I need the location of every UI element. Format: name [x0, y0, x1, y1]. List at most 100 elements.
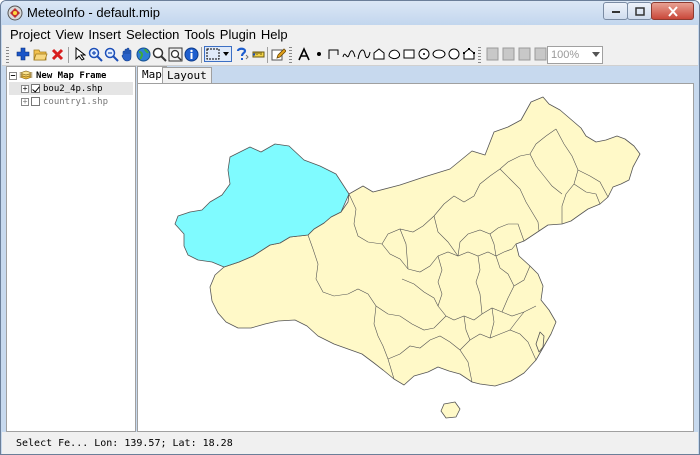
app-logo-icon — [7, 5, 23, 21]
layout-zoom-in-button[interactable] — [500, 46, 516, 62]
menu-view[interactable]: View — [55, 27, 83, 42]
add-layer-button[interactable] — [15, 46, 31, 62]
layer-item[interactable]: + bou2_4p.shp — [9, 82, 133, 95]
draw-circle-button[interactable] — [416, 46, 432, 62]
expand-icon[interactable]: + — [21, 97, 29, 106]
layout-fit-button[interactable] — [532, 46, 548, 62]
draw-rectangle-button[interactable] — [401, 46, 417, 62]
globe-icon — [136, 47, 150, 61]
menu-project[interactable]: Project — [10, 27, 50, 42]
map-island-hainan[interactable] — [440, 401, 461, 419]
question-icon — [236, 47, 249, 60]
menu-tools[interactable]: Tools — [184, 27, 214, 42]
select-tool-button[interactable] — [72, 46, 88, 62]
collapse-icon[interactable]: − — [9, 71, 17, 80]
menu-help[interactable]: Help — [261, 27, 288, 42]
layer-item[interactable]: + country1.shp — [9, 95, 133, 108]
toolbar-separator — [68, 47, 69, 63]
toolbar-separator — [267, 47, 268, 63]
toolbar-grip[interactable] — [289, 47, 292, 63]
close-button[interactable] — [651, 2, 694, 20]
point-icon — [317, 52, 321, 56]
draw-polygon-button[interactable] — [371, 46, 387, 62]
zoom-in-button[interactable] — [87, 46, 103, 62]
curve-icon — [357, 49, 371, 60]
zoom-to-layer-button[interactable] — [151, 46, 167, 62]
layers-panel: − New Map Frame + bou2_4p.shp + country1… — [6, 66, 136, 432]
draw-curve-polygon-button[interactable] — [386, 46, 402, 62]
measure-button[interactable] — [250, 46, 266, 62]
vertex-edit-icon — [463, 48, 475, 60]
layer-visibility-checkbox[interactable] — [31, 97, 40, 106]
maximize-button[interactable] — [627, 2, 652, 20]
draw-freehand-button[interactable] — [341, 46, 357, 62]
pointer-icon — [75, 47, 86, 61]
page-icon — [486, 47, 498, 61]
menu-plugin[interactable]: Plugin — [220, 27, 256, 42]
toolbar: 100% — [2, 44, 698, 66]
map-frame-icon — [19, 70, 33, 80]
delete-icon — [51, 48, 63, 60]
map-canvas[interactable] — [138, 84, 694, 432]
layer-label: country1.shp — [43, 96, 109, 107]
zoom-out-button[interactable] — [103, 46, 119, 62]
circle-icon — [418, 48, 430, 60]
draw-text-button[interactable] — [296, 46, 312, 62]
info-icon — [184, 47, 198, 61]
map-view[interactable] — [137, 83, 694, 432]
page-fit-icon — [534, 47, 546, 61]
app-window: MeteoInfo - default.mip Project View Ins… — [0, 0, 700, 455]
select-rectangle-icon — [206, 48, 229, 60]
cursor-coordinates: Lon: 139.57; Lat: 18.28 — [94, 437, 233, 449]
maximize-icon — [634, 6, 645, 16]
zoom-out-icon — [104, 47, 119, 62]
help-button[interactable] — [234, 46, 250, 62]
draw-circle-center-button[interactable] — [446, 46, 462, 62]
draw-curve-button[interactable] — [356, 46, 372, 62]
ellipse-icon — [432, 49, 446, 59]
identify-button[interactable] — [183, 46, 199, 62]
hand-icon — [121, 47, 131, 61]
toolbar-grip[interactable] — [6, 47, 9, 63]
open-project-button[interactable] — [32, 46, 48, 62]
map-frame-node[interactable]: − New Map Frame — [9, 69, 133, 82]
zoom-level-select[interactable]: 100% — [547, 46, 603, 64]
page-zoom-out-icon — [518, 47, 530, 61]
curve-polygon-icon — [388, 49, 401, 60]
layer-label: bou2_4p.shp — [43, 83, 103, 94]
expand-icon[interactable]: + — [21, 84, 29, 93]
page-zoom-in-icon — [502, 47, 514, 61]
selection-mode-dropdown[interactable] — [204, 46, 232, 62]
toolbar-grip[interactable] — [478, 47, 481, 63]
draw-point-button[interactable] — [311, 46, 327, 62]
status-bar: Select Fe... Lon: 139.57; Lat: 18.28 — [2, 432, 698, 454]
full-extent-button[interactable] — [135, 46, 151, 62]
window-title: MeteoInfo - default.mip — [27, 5, 160, 20]
toolbar-separator — [201, 47, 202, 63]
draw-ellipse-button[interactable] — [431, 46, 447, 62]
zoom-level-value: 100% — [551, 49, 580, 61]
chevron-down-icon — [592, 52, 600, 57]
menu-insert[interactable]: Insert — [88, 27, 121, 42]
edit-vertices-button[interactable] — [461, 46, 477, 62]
edit-button[interactable] — [270, 46, 286, 62]
circle-outline-icon — [448, 48, 460, 60]
polygon-icon — [373, 48, 385, 60]
remove-layer-button[interactable] — [49, 46, 65, 62]
menu-selection[interactable]: Selection — [126, 27, 179, 42]
zoom-to-selection-button[interactable] — [167, 46, 183, 62]
text-icon — [298, 46, 310, 60]
layer-visibility-checkbox[interactable] — [31, 84, 40, 93]
title-bar: MeteoInfo - default.mip — [1, 1, 699, 25]
pan-button[interactable] — [119, 46, 135, 62]
tab-layout[interactable]: Layout — [162, 67, 212, 84]
layout-zoom-out-button[interactable] — [516, 46, 532, 62]
view-tabs: Map Layout — [137, 66, 694, 84]
layout-page-button[interactable] — [484, 46, 500, 62]
draw-polyline-button[interactable] — [326, 46, 342, 62]
freehand-icon — [342, 50, 356, 58]
minimize-button[interactable] — [603, 2, 628, 20]
polyline-icon — [328, 49, 339, 59]
zoom-in-icon — [88, 47, 103, 62]
minimize-icon — [611, 11, 620, 13]
